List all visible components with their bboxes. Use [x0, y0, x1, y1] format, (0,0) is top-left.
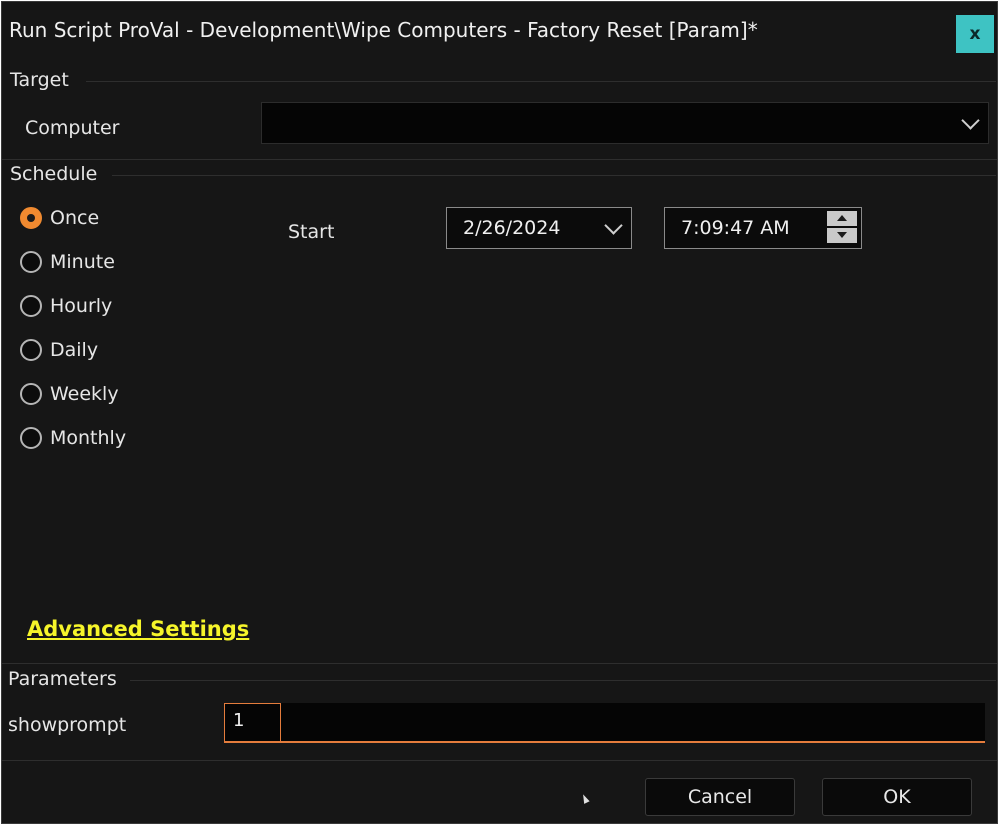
cancel-button[interactable]: Cancel [645, 778, 795, 816]
computer-dropdown[interactable] [261, 102, 989, 144]
start-date-picker[interactable]: 2/26/2024 [446, 207, 632, 249]
radio-minute-indicator [20, 251, 42, 273]
radio-weekly-label: Weekly [50, 383, 119, 405]
close-button[interactable]: x [956, 15, 994, 53]
showprompt-value: 1 [224, 703, 281, 741]
start-time-value: 7:09:47 AM [681, 217, 790, 239]
showprompt-input[interactable]: 1 [224, 703, 985, 743]
parameters-divider [130, 680, 996, 681]
radio-weekly[interactable]: Weekly [20, 379, 119, 409]
radio-once-label: Once [50, 207, 100, 229]
start-time-picker[interactable]: 7:09:47 AM [664, 207, 862, 249]
schedule-divider [112, 175, 996, 176]
run-script-dialog: Run Script ProVal - Development\Wipe Com… [1, 1, 998, 824]
time-spinner[interactable] [827, 211, 857, 243]
spin-down-button[interactable] [827, 228, 857, 243]
radio-daily-label: Daily [50, 339, 99, 361]
radio-minute-label: Minute [50, 251, 115, 273]
radio-daily-indicator [20, 339, 42, 361]
start-date-value: 2/26/2024 [463, 217, 561, 239]
param-name-label: showprompt [8, 714, 127, 736]
chevron-down-icon [961, 111, 980, 130]
computer-label: Computer [25, 117, 120, 139]
radio-minute[interactable]: Minute [20, 247, 115, 277]
radio-monthly-label: Monthly [50, 427, 127, 449]
target-section-label: Target [10, 69, 69, 91]
schedule-top-divider [2, 159, 997, 160]
mouse-cursor-icon [580, 793, 590, 804]
radio-weekly-indicator [20, 383, 42, 405]
title-bar[interactable]: Run Script ProVal - Development\Wipe Com… [2, 2, 997, 62]
start-label: Start [288, 221, 335, 243]
advanced-settings-link[interactable]: Advanced Settings [27, 617, 249, 641]
window-title: Run Script ProVal - Development\Wipe Com… [9, 18, 758, 42]
radio-hourly-indicator [20, 295, 42, 317]
radio-monthly-indicator [20, 427, 42, 449]
close-icon: x [969, 24, 981, 44]
ok-button[interactable]: OK [822, 778, 972, 816]
radio-hourly[interactable]: Hourly [20, 291, 112, 321]
parameters-top-divider [2, 663, 997, 664]
radio-once[interactable]: Once [20, 203, 99, 233]
arrow-up-icon [837, 215, 847, 221]
radio-once-indicator [20, 207, 42, 229]
parameters-section-label: Parameters [8, 668, 117, 690]
footer-divider [2, 760, 997, 761]
radio-hourly-label: Hourly [50, 295, 113, 317]
calendar-dropdown-icon [604, 216, 623, 235]
target-divider [86, 81, 996, 82]
spin-up-button[interactable] [827, 211, 857, 226]
arrow-down-icon [837, 232, 847, 238]
radio-daily[interactable]: Daily [20, 335, 98, 365]
schedule-section-label: Schedule [10, 163, 98, 185]
radio-monthly[interactable]: Monthly [20, 423, 126, 453]
